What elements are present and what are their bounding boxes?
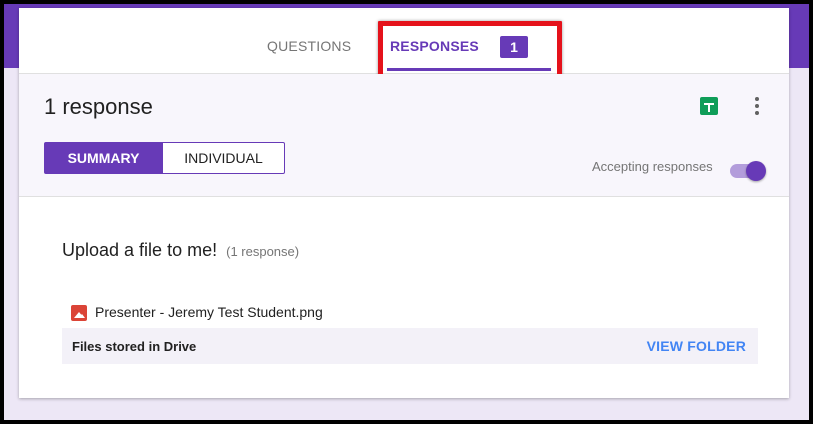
file-name[interactable]: Presenter - Jeremy Test Student.png [95,304,323,320]
sheets-icon[interactable] [700,97,718,115]
individual-button[interactable]: INDIVIDUAL [162,142,285,174]
toggle-thumb [746,161,766,181]
question-title-text: Upload a file to me! [62,240,218,260]
tab-questions[interactable]: QUESTIONS [267,38,351,54]
app-frame: QUESTIONS RESPONSES 1 1 response SUMMARY… [4,4,809,420]
image-file-icon [71,305,87,321]
tab-bar: QUESTIONS RESPONSES 1 [19,8,789,83]
response-count-title: 1 response [44,94,153,119]
responses-card: QUESTIONS RESPONSES 1 1 response SUMMARY… [19,8,789,398]
question-title: Upload a file to me! (1 response) [62,240,299,261]
accepting-responses-label: Accepting responses [592,159,713,174]
summary-button[interactable]: SUMMARY [44,142,163,174]
question-response-count: (1 response) [226,244,300,259]
view-folder-link[interactable]: VIEW FOLDER [647,338,746,354]
drive-storage-label: Files stored in Drive [72,339,197,354]
drive-storage-bar: Files stored in Drive VIEW FOLDER [62,328,758,364]
accepting-responses-toggle[interactable] [728,161,766,181]
responses-header: 1 response SUMMARY INDIVIDUAL Accepting … [19,74,789,197]
more-vert-icon[interactable] [747,96,767,116]
